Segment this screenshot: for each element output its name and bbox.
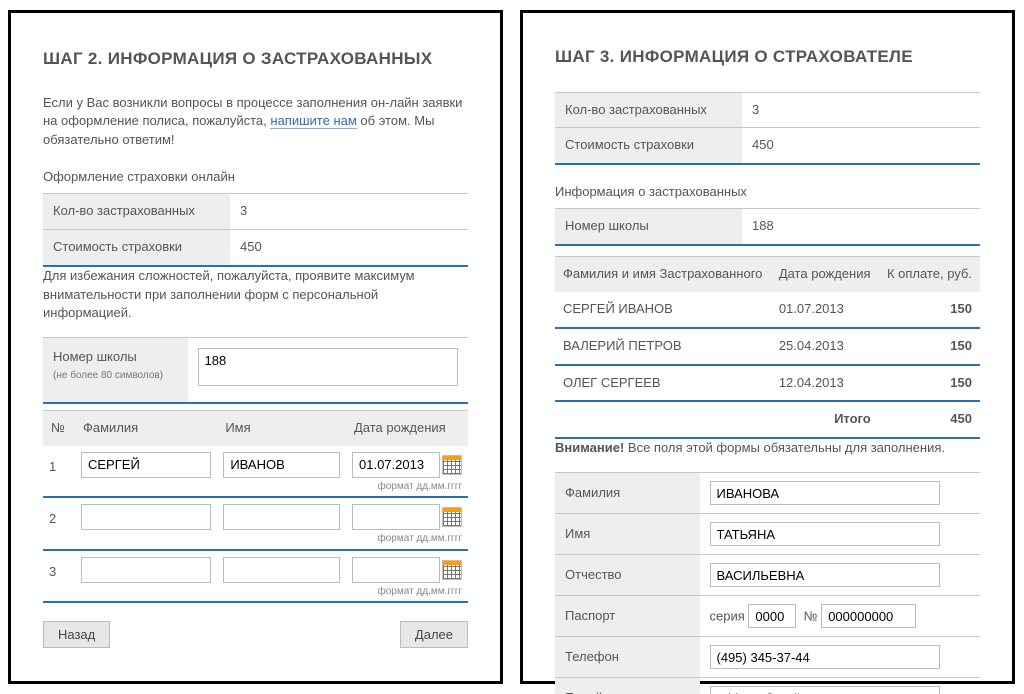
- last-label: Фамилия: [555, 473, 700, 514]
- col-dob: Дата рождения: [346, 411, 468, 446]
- col-first: Имя: [217, 411, 346, 446]
- step3-subhead: Информация о застрахованных: [555, 183, 980, 202]
- table-row: 2 формат дд.мм.гггг: [43, 497, 468, 550]
- cell-dob: 25.04.2013: [771, 328, 879, 365]
- total-value: 450: [879, 401, 980, 438]
- back-button[interactable]: Назад: [43, 621, 110, 648]
- dob-input[interactable]: [352, 504, 440, 530]
- count-label: Кол-во застрахованных: [555, 92, 742, 128]
- summary-table: Фамилия и имя Застрахованного Дата рожде…: [555, 256, 980, 439]
- count-value: 3: [742, 92, 980, 128]
- first-label: Имя: [555, 514, 700, 555]
- email-label: E-mail: [555, 678, 700, 694]
- cell-name: СЕРГЕЙ ИВАНОВ: [555, 292, 771, 328]
- calendar-icon[interactable]: [442, 507, 462, 527]
- total-label: Итого: [771, 401, 879, 438]
- phone-label: Телефон: [555, 637, 700, 678]
- school-table: Номер школы 188: [555, 208, 980, 246]
- step2-title: ШАГ 2. ИНФОРМАЦИЯ О ЗАСТРАХОВАННЫХ: [43, 47, 468, 72]
- col-dob: Дата рождения: [771, 257, 879, 292]
- table-row-total: Итого 450: [555, 401, 980, 438]
- phone-input[interactable]: [710, 645, 940, 669]
- persons-table: № Фамилия Имя Дата рождения 1 формат дд.…: [43, 410, 468, 603]
- table-row: 1 формат дд.мм.гггг: [43, 446, 468, 498]
- dob-hint: формат дд.мм.гггг: [352, 532, 462, 547]
- school-label: Номер школы: [53, 349, 137, 364]
- email-input[interactable]: [710, 686, 940, 694]
- first-input[interactable]: [223, 504, 340, 530]
- first-input[interactable]: [223, 452, 340, 478]
- school-hint: (не более 80 символов): [53, 369, 178, 384]
- cell-dob: 01.07.2013: [771, 292, 879, 328]
- last-input[interactable]: [81, 504, 211, 530]
- step3-info-table: Кол-во застрахованных 3 Стоимость страхо…: [555, 92, 980, 166]
- cost-label: Стоимость страховки: [555, 128, 742, 164]
- table-row: 3 формат дд.мм.гггг: [43, 550, 468, 603]
- first-input[interactable]: [223, 557, 340, 583]
- col-no: №: [43, 411, 75, 446]
- dob-hint: формат дд.мм.гггг: [352, 480, 462, 495]
- calendar-icon[interactable]: [442, 455, 462, 475]
- passno-label: №: [804, 609, 818, 624]
- passno-input[interactable]: [821, 604, 916, 628]
- series-input[interactable]: [748, 604, 796, 628]
- cell-dob: 12.04.2013: [771, 365, 879, 402]
- last-input[interactable]: [710, 481, 940, 505]
- school-block: Номер школы (не более 80 символов) 188: [43, 337, 468, 404]
- col-pay: К оплате, руб.: [879, 257, 980, 292]
- school-value: 188: [742, 209, 980, 245]
- cell-pay: 150: [879, 292, 980, 328]
- series-label: серия: [710, 609, 745, 624]
- cell-name: ОЛЕГ СЕРГЕЕВ: [555, 365, 771, 402]
- cost-value: 450: [230, 229, 468, 265]
- row-no: 3: [43, 550, 75, 603]
- row-no: 1: [43, 446, 75, 498]
- warning: Внимание! Все поля этой формы обязательн…: [555, 439, 980, 458]
- step2-note: Для избежания сложностей, пожалуйста, пр…: [43, 267, 468, 324]
- dob-input[interactable]: [352, 452, 440, 478]
- col-last: Фамилия: [75, 411, 217, 446]
- step3-title: ШАГ 3. ИНФОРМАЦИЯ О СТРАХОВАТЕЛЕ: [555, 45, 980, 70]
- cost-label: Стоимость страховки: [43, 229, 230, 265]
- count-label: Кол-во застрахованных: [43, 194, 230, 230]
- middle-label: Отчество: [555, 555, 700, 596]
- warning-bold: Внимание!: [555, 440, 624, 455]
- step2-subhead: Оформление страховки онлайн: [43, 168, 468, 187]
- write-us-link[interactable]: напишите нам: [270, 113, 356, 129]
- policyholder-form: Фамилия Имя Отчество Паспорт серия №: [555, 472, 980, 694]
- row-no: 2: [43, 497, 75, 550]
- middle-input[interactable]: [710, 563, 940, 587]
- school-label: Номер школы: [555, 209, 742, 245]
- school-input[interactable]: 188: [198, 348, 459, 386]
- dob-hint: формат дд.мм.гггг: [352, 585, 462, 600]
- last-input[interactable]: [81, 452, 211, 478]
- table-row: ВАЛЕРИЙ ПЕТРОВ 25.04.2013 150: [555, 328, 980, 365]
- cell-pay: 150: [879, 365, 980, 402]
- calendar-icon[interactable]: [442, 560, 462, 580]
- step2-intro: Если у Вас возникли вопросы в процессе з…: [43, 94, 468, 151]
- table-row: ОЛЕГ СЕРГЕЕВ 12.04.2013 150: [555, 365, 980, 402]
- step2-panel: ШАГ 2. ИНФОРМАЦИЯ О ЗАСТРАХОВАННЫХ Если …: [8, 10, 503, 684]
- first-input[interactable]: [710, 522, 940, 546]
- cell-name: ВАЛЕРИЙ ПЕТРОВ: [555, 328, 771, 365]
- count-value: 3: [230, 194, 468, 230]
- col-name: Фамилия и имя Застрахованного: [555, 257, 771, 292]
- cell-pay: 150: [879, 328, 980, 365]
- step2-info-table: Кол-во застрахованных 3 Стоимость страхо…: [43, 193, 468, 267]
- step3-panel: ШАГ 3. ИНФОРМАЦИЯ О СТРАХОВАТЕЛЕ Кол-во …: [520, 10, 1015, 684]
- next-button[interactable]: Далее: [400, 621, 468, 648]
- last-input[interactable]: [81, 557, 211, 583]
- dob-input[interactable]: [352, 557, 440, 583]
- table-row: СЕРГЕЙ ИВАНОВ 01.07.2013 150: [555, 292, 980, 328]
- warning-text: Все поля этой формы обязательны для запо…: [624, 440, 945, 455]
- passport-label: Паспорт: [555, 596, 700, 637]
- cost-value: 450: [742, 128, 980, 164]
